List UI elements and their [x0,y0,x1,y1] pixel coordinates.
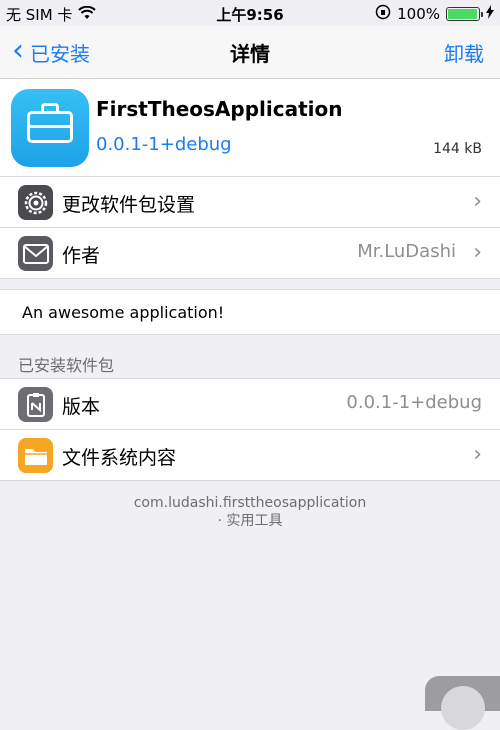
status-right: 100% [375,4,494,24]
package-version: 0.0.1-1+debug [96,134,232,155]
settings-group: 更改软件包设置 › 作者 Mr.LuDashi › [0,176,500,279]
chevron-right-icon: › [473,442,482,467]
status-bar: 无 SIM 卡 上午9:56 100% [0,0,500,26]
charging-icon [486,5,494,23]
installed-package-group: 版本 0.0.1-1+debug 文件系统内容 › [0,378,500,481]
version-value: 0.0.1-1+debug [346,392,482,413]
battery-icon [446,7,483,21]
row-label: 更改软件包设置 [62,194,196,216]
row-change-settings[interactable]: 更改软件包设置 › [0,177,500,228]
gear-icon [18,185,53,220]
section-title: 已安装软件包 [18,356,115,375]
row-filesystem-contents[interactable]: 文件系统内容 › [0,430,500,480]
row-label: 版本 [62,396,101,418]
row-version: 版本 0.0.1-1+debug [0,379,500,430]
assistive-touch-button[interactable] [425,676,500,730]
row-author[interactable]: 作者 Mr.LuDashi › [0,228,500,278]
uninstall-button[interactable]: 卸载 [444,38,484,67]
chevron-right-icon: › [473,240,482,265]
package-name: FirstTheosApplication [96,97,343,121]
package-description: An awesome application! [0,289,500,335]
package-header: FirstTheosApplication 0.0.1-1+debug 144 … [0,79,500,177]
row-label: 作者 [62,245,101,267]
mail-icon [18,236,53,271]
author-value: Mr.LuDashi [357,241,456,262]
assistive-touch-icon [441,686,485,730]
version-icon [18,387,53,422]
package-category: · 实用工具 [217,513,283,529]
row-label: 文件系统内容 [62,447,177,469]
description-text: An awesome application! [22,303,225,322]
chevron-right-icon: › [473,189,482,214]
battery-percent: 100% [397,5,440,23]
page-title: 详情 [230,42,270,66]
orientation-lock-icon [375,4,391,24]
package-size: 144 kB [433,141,482,157]
package-identifier: com.ludashi.firsttheosapplication [133,495,367,511]
toolbox-icon [11,89,89,167]
folder-icon [18,438,53,473]
navigation-bar: ‹ 已安装 详情 卸载 [0,26,500,79]
package-footer: com.ludashi.firsttheosapplication · 实用工具 [0,494,500,530]
